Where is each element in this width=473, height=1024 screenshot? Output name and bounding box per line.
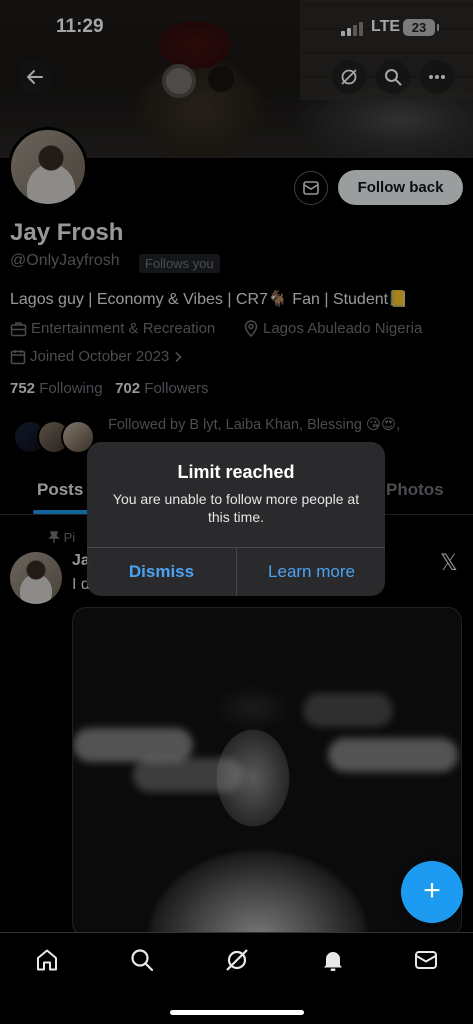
notifications-icon[interactable] [320, 947, 346, 973]
compose-button[interactable]: + [401, 861, 463, 923]
home-indicator [170, 1010, 304, 1015]
messages-icon[interactable] [413, 947, 439, 973]
limit-reached-dialog: Limit reached You are unable to follow m… [87, 442, 385, 596]
search-icon[interactable] [129, 947, 155, 973]
dialog-title: Limit reached [177, 462, 295, 482]
dialog-message: You are unable to follow more people at … [112, 491, 360, 525]
learn-more-button[interactable]: Learn more [237, 548, 385, 596]
home-icon[interactable] [34, 947, 60, 973]
grok-icon[interactable] [224, 947, 250, 973]
dismiss-button[interactable]: Dismiss [87, 548, 236, 596]
